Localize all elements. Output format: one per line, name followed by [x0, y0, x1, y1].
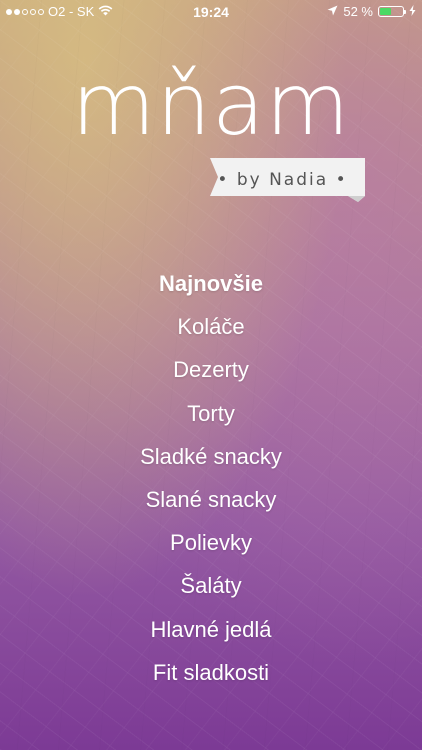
location-arrow-icon: [327, 4, 338, 19]
menu-item[interactable]: Dezerty: [0, 348, 422, 391]
category-menu: Najnovšie Koláče Dezerty Torty Sladké snacky…: [0, 262, 422, 694]
status-bar-right: 52 %: [327, 4, 416, 19]
ribbon-banner: • by Nadia •: [210, 158, 365, 208]
battery-icon: [378, 6, 406, 17]
menu-item[interactable]: Slané snacky: [0, 478, 422, 521]
menu-item[interactable]: Koláče: [0, 305, 422, 348]
ribbon-subtitle: • by Nadia •: [217, 170, 348, 190]
app-logo-title: mňam: [71, 55, 351, 155]
menu-item[interactable]: Polievky: [0, 521, 422, 564]
menu-item[interactable]: Fit sladkosti: [0, 651, 422, 694]
menu-item[interactable]: Torty: [0, 392, 422, 435]
menu-item[interactable]: Najnovšie: [0, 262, 422, 305]
battery-percent-label: 52 %: [343, 4, 373, 19]
menu-item[interactable]: Hlavné jedlá: [0, 608, 422, 651]
menu-item[interactable]: Šaláty: [0, 564, 422, 607]
status-bar: O2 - SK 19:24 52 %: [0, 0, 422, 24]
battery-level-fill: [380, 8, 391, 15]
menu-item[interactable]: Sladké snacky: [0, 435, 422, 478]
charging-bolt-icon: [409, 4, 416, 19]
